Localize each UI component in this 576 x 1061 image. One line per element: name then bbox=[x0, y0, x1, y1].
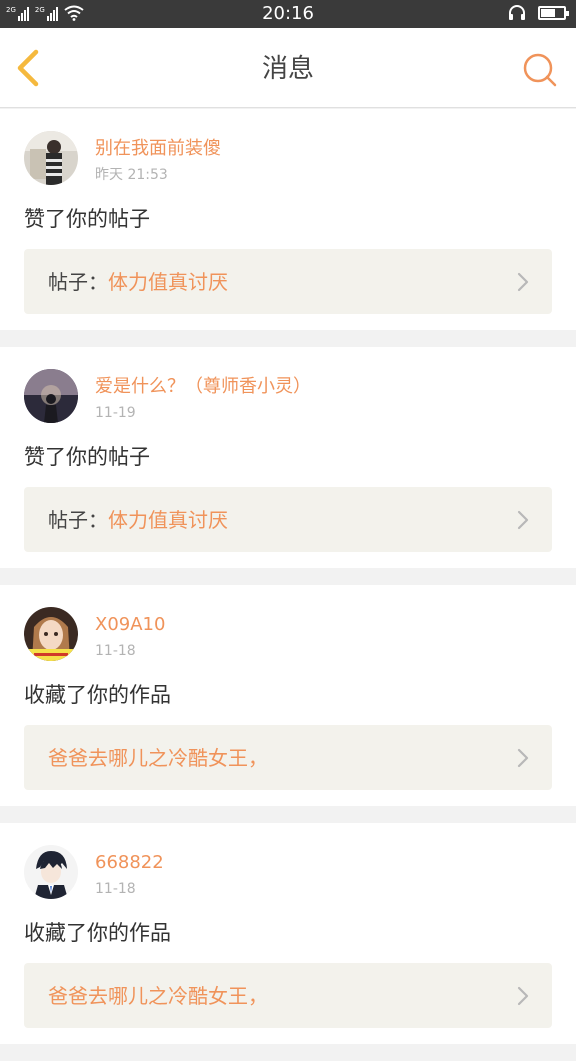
message-action: 赞了你的帖子 bbox=[24, 445, 150, 469]
username[interactable]: 爱是什么？（尊师香小灵） bbox=[95, 376, 311, 398]
referenced-post-text: 帖子：体力值真讨厌 bbox=[48, 269, 228, 295]
referenced-post[interactable]: 帖子：体力值真讨厌 bbox=[24, 487, 552, 552]
status-time: 20:16 bbox=[262, 3, 314, 24]
referenced-work-title: 爸爸去哪儿之冷酷女王， bbox=[48, 984, 268, 1008]
status-bar: 2G 2G 20:16 bbox=[0, 0, 576, 28]
message-item[interactable]: 668822 11-18 收藏了你的作品 爸爸去哪儿之冷酷女王， bbox=[0, 823, 576, 1044]
referenced-post-text: 帖子：体力值真讨厌 bbox=[48, 507, 228, 533]
username[interactable]: X09A10 bbox=[95, 614, 165, 636]
message-item[interactable]: 爱是什么？（尊师香小灵） 11-19 赞了你的帖子 帖子：体力值真讨厌 bbox=[0, 347, 576, 568]
referenced-work-text: 爸爸去哪儿之冷酷女王， bbox=[48, 745, 268, 771]
username[interactable]: 668822 bbox=[95, 852, 164, 874]
status-bar-right bbox=[508, 5, 569, 21]
username[interactable]: 别在我面前装傻 bbox=[95, 138, 221, 160]
chevron-right-icon bbox=[517, 272, 529, 292]
referenced-post-prefix: 帖子： bbox=[48, 270, 108, 294]
navigation-bar: 消息 bbox=[0, 28, 576, 108]
referenced-work-text: 爸爸去哪儿之冷酷女王， bbox=[48, 983, 268, 1009]
referenced-post-title: 体力值真讨厌 bbox=[108, 270, 228, 294]
search-button[interactable] bbox=[522, 52, 558, 88]
message-item[interactable]: X09A10 11-18 收藏了你的作品 爸爸去哪儿之冷酷女王， bbox=[0, 585, 576, 806]
avatar[interactable] bbox=[24, 369, 78, 423]
message-time: 11-18 bbox=[95, 643, 136, 659]
avatar[interactable] bbox=[24, 131, 78, 185]
message-item[interactable]: 别在我面前装傻 昨天 21:53 赞了你的帖子 帖子：体力值真讨厌 bbox=[0, 109, 576, 330]
avatar[interactable] bbox=[24, 607, 78, 661]
message-time: 11-18 bbox=[95, 881, 136, 897]
referenced-post-title: 体力值真讨厌 bbox=[108, 508, 228, 532]
message-time: 11-19 bbox=[95, 405, 136, 421]
message-action: 赞了你的帖子 bbox=[24, 207, 150, 231]
message-action: 收藏了你的作品 bbox=[24, 683, 171, 707]
chevron-right-icon bbox=[517, 510, 529, 530]
message-action: 收藏了你的作品 bbox=[24, 921, 171, 945]
message-time: 昨天 21:53 bbox=[95, 167, 168, 183]
page-title: 消息 bbox=[261, 54, 314, 84]
battery-level bbox=[541, 9, 555, 17]
battery-icon bbox=[538, 6, 569, 20]
chevron-right-icon bbox=[517, 986, 529, 1006]
referenced-work[interactable]: 爸爸去哪儿之冷酷女王， bbox=[24, 725, 552, 790]
avatar[interactable] bbox=[24, 845, 78, 899]
message-list: 别在我面前装傻 昨天 21:53 赞了你的帖子 帖子：体力值真讨厌 爱是什么？（… bbox=[0, 109, 576, 1061]
referenced-post[interactable]: 帖子：体力值真讨厌 bbox=[24, 249, 552, 314]
headset-icon bbox=[509, 5, 525, 20]
chevron-right-icon bbox=[517, 748, 529, 768]
referenced-post-prefix: 帖子： bbox=[48, 508, 108, 532]
referenced-work[interactable]: 爸爸去哪儿之冷酷女王， bbox=[24, 963, 552, 1028]
referenced-work-title: 爸爸去哪儿之冷酷女王， bbox=[48, 746, 268, 770]
